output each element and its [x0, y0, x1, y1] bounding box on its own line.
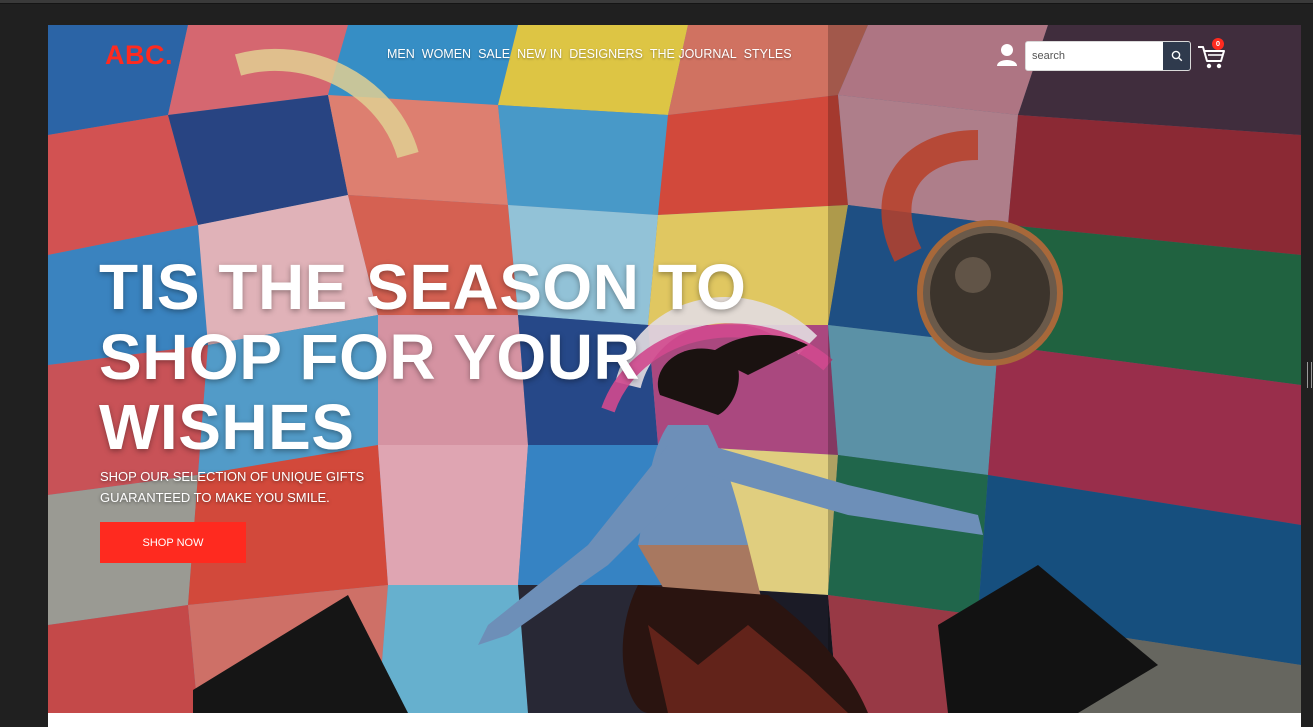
cart-count-badge: 0	[1212, 38, 1224, 50]
hero-subtext: SHOP OUR SELECTION OF UNIQUE GIFTS GUARA…	[100, 469, 365, 505]
main-menu: MEN WOMEN SALE NEW IN DESIGNERS THE JOUR…	[387, 47, 799, 61]
hero-section: ABC. MEN WOMEN SALE NEW IN DESIGNERS THE…	[48, 25, 1301, 713]
top-navigation: ABC. MEN WOMEN SALE NEW IN DESIGNERS THE…	[48, 25, 1301, 85]
shop-now-button[interactable]: SHOP NOW	[100, 522, 246, 563]
search-icon	[1171, 50, 1182, 62]
brand-logo[interactable]: ABC.	[105, 40, 173, 71]
resize-handle[interactable]	[1307, 362, 1312, 388]
search-button[interactable]	[1163, 42, 1190, 70]
nav-item-the-journal[interactable]: THE JOURNAL	[650, 47, 737, 61]
nav-item-styles[interactable]: STYLES	[744, 47, 792, 61]
nav-item-sale[interactable]: SALE	[478, 47, 510, 61]
search-box	[1025, 41, 1191, 71]
nav-item-designers[interactable]: DESIGNERS	[569, 47, 643, 61]
nav-item-men[interactable]: MEN	[387, 47, 415, 61]
editor-top-ruler	[0, 0, 1313, 4]
nav-item-women[interactable]: WOMEN	[422, 47, 471, 61]
page-content-below-hero	[48, 713, 1301, 727]
search-input[interactable]	[1026, 42, 1166, 70]
nav-item-new-in[interactable]: NEW IN	[517, 47, 562, 61]
web-page: ABC. MEN WOMEN SALE NEW IN DESIGNERS THE…	[48, 25, 1301, 727]
hero-headline: TIS THE SEASON TO SHOP FOR YOUR WISHES	[99, 251, 747, 463]
user-icon[interactable]	[996, 43, 1018, 67]
